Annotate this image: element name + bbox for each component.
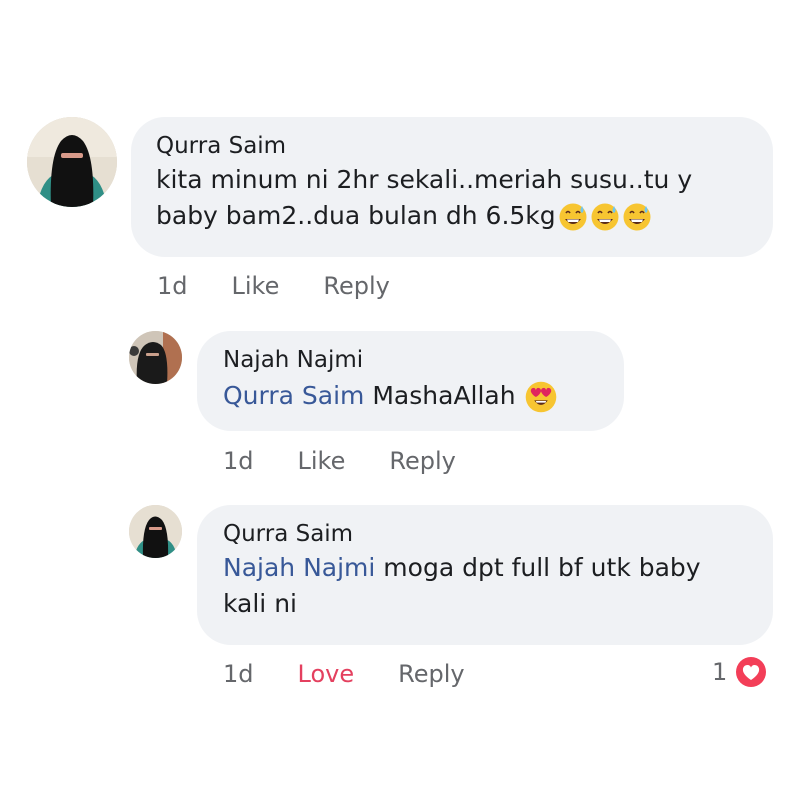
comment-text-line-2: baby bam2..dua bulan dh 6.5kg (156, 201, 556, 230)
comment-text-body: MashaAllah (372, 381, 516, 410)
heart-icon (733, 654, 769, 690)
comment-bubble-1: Qurra Saim kita minum ni 2hr sekali..mer… (131, 117, 773, 257)
comment-text-line: baby bam2..dua bulan dh 6.5kg (156, 198, 773, 234)
comment-actions-3: 1d Love Reply (223, 660, 465, 688)
comment-timestamp[interactable]: 1d (223, 447, 254, 475)
love-reaction-button[interactable]: Love (298, 660, 355, 688)
reply-button[interactable]: Reply (398, 660, 464, 688)
comment-text: Najah Najmi moga dpt full bf utk baby ka… (223, 550, 773, 622)
mention-link[interactable]: Qurra Saim (223, 381, 364, 410)
reply-button[interactable]: Reply (323, 272, 389, 300)
avatar-image (27, 117, 117, 207)
comment-actions-2: 1d Like Reply (223, 447, 456, 475)
comment-text: Qurra Saim MashaAllah (223, 378, 624, 414)
reaction-count: 1 (712, 658, 728, 686)
comment-bubble-2: Najah Najmi Qurra Saim MashaAllah (197, 331, 624, 431)
comment-text-body: moga dpt full bf utk baby (383, 553, 701, 582)
comment-actions-1: 1d Like Reply (157, 272, 390, 300)
avatar-najah-najmi[interactable] (129, 331, 182, 384)
comment-author[interactable]: Qurra Saim (223, 523, 773, 546)
grinning-sweat-emoji (558, 202, 588, 232)
comment-text: kita minum ni 2hr sekali..meriah susu..t… (156, 162, 773, 234)
avatar-qurra-saim[interactable] (27, 117, 117, 207)
grinning-sweat-emoji (590, 202, 620, 232)
heart-eyes-emoji (524, 380, 558, 414)
avatar-image (129, 331, 182, 384)
comment-author[interactable]: Najah Najmi (223, 349, 624, 372)
comment-timestamp[interactable]: 1d (157, 272, 188, 300)
comment-author[interactable]: Qurra Saim (156, 135, 773, 158)
reply-button[interactable]: Reply (389, 447, 455, 475)
reaction-summary[interactable]: 1 (712, 654, 769, 690)
comment-text-line: Najah Najmi moga dpt full bf utk baby (223, 550, 773, 586)
avatar-image (129, 505, 182, 558)
grinning-sweat-emoji (622, 202, 652, 232)
comment-text-line: kita minum ni 2hr sekali..meriah susu..t… (156, 165, 693, 194)
comment-text-line: kali ni (223, 589, 297, 618)
avatar-qurra-saim[interactable] (129, 505, 182, 558)
mention-link[interactable]: Najah Najmi (223, 553, 375, 582)
like-button[interactable]: Like (232, 272, 280, 300)
comment-bubble-3: Qurra Saim Najah Najmi moga dpt full bf … (197, 505, 773, 645)
like-button[interactable]: Like (298, 447, 346, 475)
comment-timestamp[interactable]: 1d (223, 660, 254, 688)
